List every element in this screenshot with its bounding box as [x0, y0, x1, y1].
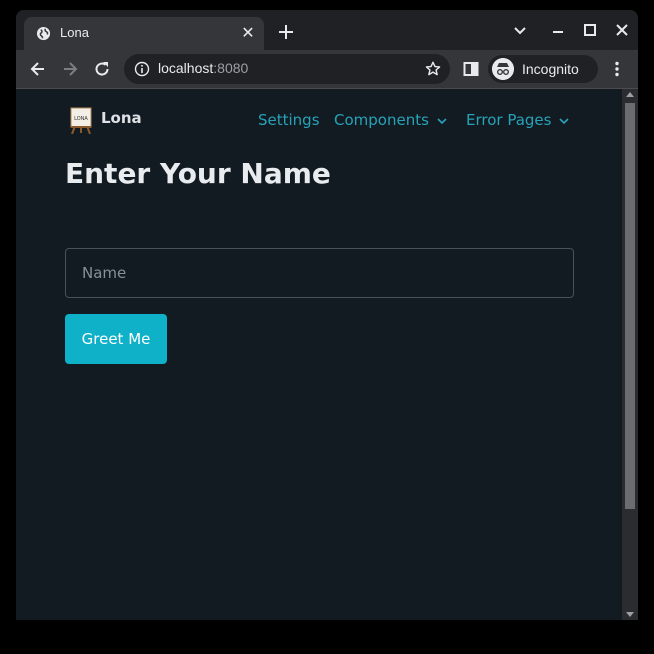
chevron-down-icon: [437, 117, 447, 124]
page-title: Enter Your Name: [65, 157, 331, 190]
browser-window: Lona ✕ localhost:8080 Incognito LONA Lon…: [16, 10, 638, 620]
brand-name: Lona: [101, 109, 142, 127]
close-tab-icon[interactable]: ✕: [240, 25, 256, 41]
nav-link-settings[interactable]: Settings: [258, 111, 320, 129]
more-menu-icon[interactable]: [607, 59, 627, 79]
tab-search-chevron-icon[interactable]: [510, 20, 530, 40]
close-window-icon[interactable]: [612, 20, 632, 40]
forward-arrow-icon[interactable]: [60, 59, 80, 79]
incognito-icon: [492, 58, 514, 80]
easel-logo-icon: LONA: [70, 107, 92, 134]
site-navbar: LONA Lona Settings Components Error Page…: [16, 89, 622, 149]
nav-link-label: Settings: [258, 111, 320, 129]
browser-toolbar: localhost:8080 Incognito: [16, 50, 638, 88]
nav-link-label: Error Pages: [466, 111, 552, 129]
site-info-icon[interactable]: [134, 61, 150, 77]
maximize-icon[interactable]: [580, 20, 600, 40]
tab-strip: Lona ✕: [16, 10, 638, 50]
browser-tab[interactable]: Lona ✕: [24, 17, 264, 50]
nav-link-label: Components: [334, 111, 429, 129]
chevron-down-icon: [559, 117, 570, 124]
side-panel-icon[interactable]: [461, 59, 481, 79]
globe-icon: [36, 26, 51, 41]
url-text: localhost:8080: [158, 60, 248, 76]
url-port: :8080: [213, 60, 249, 76]
scroll-down-arrow-icon[interactable]: [626, 612, 634, 617]
nav-dropdown-error-pages[interactable]: Error Pages: [466, 111, 570, 129]
url-host: localhost: [158, 60, 214, 76]
scrollbar-thumb[interactable]: [625, 103, 635, 509]
nav-dropdown-components[interactable]: Components: [334, 111, 447, 129]
address-bar[interactable]: localhost:8080: [124, 54, 450, 84]
minimize-icon[interactable]: [548, 20, 568, 40]
page-viewport: LONA Lona Settings Components Error Page…: [16, 89, 622, 620]
incognito-profile-button[interactable]: Incognito: [488, 55, 598, 83]
bookmark-star-icon[interactable]: [424, 60, 442, 78]
reload-icon[interactable]: [92, 59, 112, 79]
vertical-scrollbar[interactable]: [622, 89, 638, 620]
scroll-up-arrow-icon[interactable]: [626, 92, 634, 97]
new-tab-icon[interactable]: [276, 22, 296, 42]
tab-title: Lona: [60, 25, 89, 40]
brand-logo-text: LONA: [74, 116, 88, 122]
greet-me-button[interactable]: Greet Me: [65, 314, 167, 364]
back-arrow-icon[interactable]: [28, 59, 48, 79]
name-input[interactable]: [65, 248, 574, 298]
incognito-label: Incognito: [522, 61, 579, 77]
